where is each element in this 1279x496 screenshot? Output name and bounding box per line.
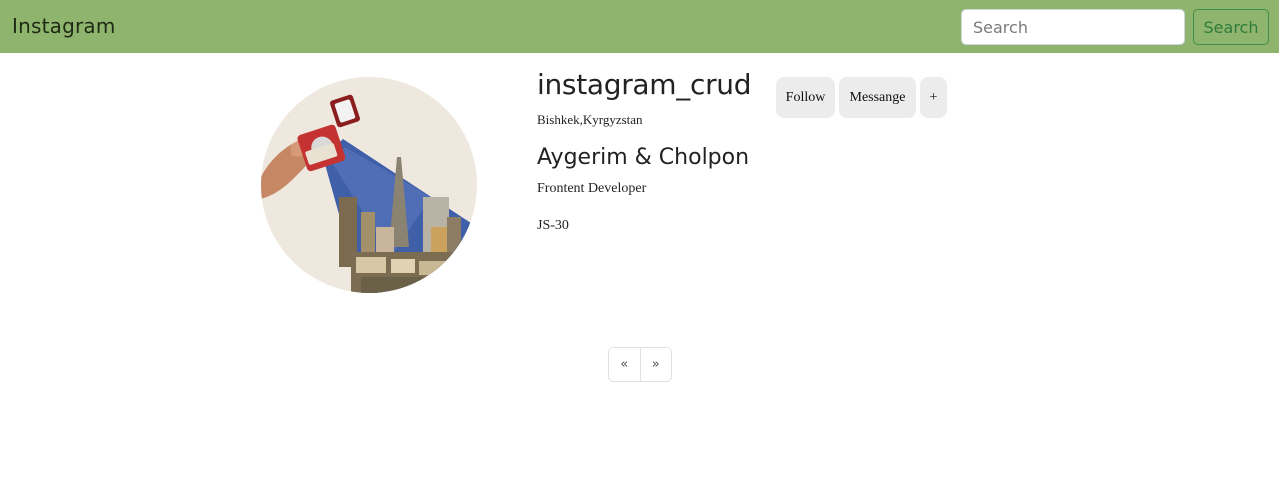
search-input[interactable]: [961, 9, 1185, 45]
profile-tag: JS-30: [537, 218, 569, 233]
brand-logo[interactable]: Instagram: [12, 14, 116, 38]
profile-full-name: Aygerim & Cholpon: [537, 145, 750, 170]
more-options-button[interactable]: +: [920, 77, 947, 118]
avatar-image: [261, 77, 477, 293]
message-button[interactable]: Messange: [839, 77, 916, 118]
profile-bio: Frontent Developer: [537, 181, 647, 196]
next-page-button[interactable]: »: [639, 348, 672, 381]
top-navbar: Instagram Search: [0, 0, 1279, 53]
previous-page-button[interactable]: «: [609, 348, 640, 381]
follow-button[interactable]: Follow: [776, 77, 835, 118]
pagination: « »: [608, 347, 672, 382]
avatar: [261, 77, 477, 293]
profile-location: Bishkek,Kyrgyzstan: [537, 112, 643, 127]
profile-username: instagram_crud: [537, 68, 752, 101]
search-button[interactable]: Search: [1193, 9, 1269, 45]
